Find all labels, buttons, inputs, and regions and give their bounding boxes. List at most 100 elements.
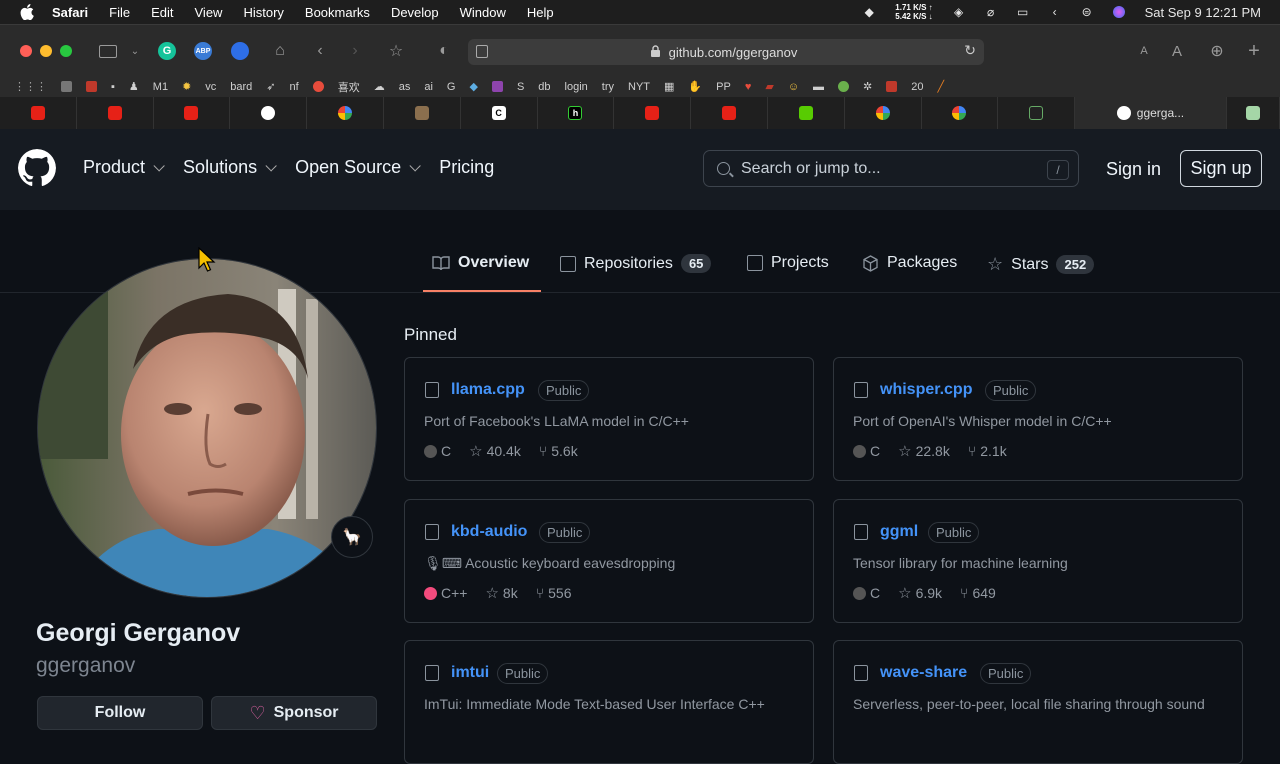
menu-develop[interactable]: Develop xyxy=(391,5,439,20)
menu-history[interactable]: History xyxy=(243,5,283,20)
repo-link[interactable]: llama.cpp xyxy=(451,381,525,399)
bookmark-try[interactable]: try xyxy=(602,81,614,93)
siri-icon[interactable] xyxy=(1111,5,1127,19)
tab-duolingo[interactable] xyxy=(768,97,845,129)
nav-solutions[interactable]: Solutions xyxy=(183,157,277,178)
tab-youtube-3[interactable] xyxy=(154,97,231,129)
repo-link[interactable]: imtui xyxy=(451,664,489,682)
menu-edit[interactable]: Edit xyxy=(151,5,173,20)
repo-stars-link[interactable]: ☆ 22.8k xyxy=(898,442,950,460)
sign-in-link[interactable]: Sign in xyxy=(1106,159,1161,180)
chevron-left-icon[interactable]: ‹ xyxy=(1047,5,1063,19)
bookmark-green-icon[interactable] xyxy=(838,81,850,92)
menu-bookmarks[interactable]: Bookmarks xyxy=(305,5,370,20)
bookmark-as[interactable]: as xyxy=(399,81,411,93)
search-input[interactable]: Search or jump to... / xyxy=(703,150,1079,187)
bookmark-small-icon[interactable]: ▪ xyxy=(111,81,115,93)
repo-forks-link[interactable]: ⑂ 5.6k xyxy=(539,443,578,459)
tab-github[interactable] xyxy=(230,97,308,129)
nav-open-source[interactable]: Open Source xyxy=(295,157,421,178)
bookmark-pen-icon[interactable]: ╱ xyxy=(938,80,945,93)
repo-forks-link[interactable]: ⑂ 2.1k xyxy=(968,443,1007,459)
repo-stars-link[interactable]: ☆ 6.9k xyxy=(898,584,942,602)
bookmark-rocket-icon[interactable]: ➶ xyxy=(266,80,275,93)
bookmark-smile-icon[interactable]: ☺ xyxy=(788,81,799,93)
control-center-icon[interactable]: ⊜ xyxy=(1079,5,1095,19)
bookmark-apple-icon[interactable] xyxy=(312,81,324,92)
home-icon[interactable]: ⌂ xyxy=(269,41,291,61)
bookmark-red-icon[interactable] xyxy=(86,81,97,92)
avatar[interactable] xyxy=(37,258,377,598)
bookmark-star-icon[interactable]: ☆ xyxy=(385,41,407,61)
tab-google-3[interactable] xyxy=(922,97,999,129)
bookmark-hand-icon[interactable]: ✋ xyxy=(688,80,702,93)
bookmark-cloud-icon[interactable]: ☁ xyxy=(374,80,385,93)
reload-icon[interactable]: ↻ xyxy=(964,42,976,59)
bookmark-pp[interactable]: PP xyxy=(716,81,731,93)
bookmark-20[interactable]: 20 xyxy=(911,81,923,93)
compass-extension-icon[interactable] xyxy=(229,41,251,61)
bookmark-gear-icon[interactable]: ✲ xyxy=(863,80,872,93)
bookmark-grid-icon[interactable]: ▦ xyxy=(664,80,674,93)
battery-icon[interactable]: ▭ xyxy=(1015,5,1031,19)
tab-youtube-1[interactable] xyxy=(0,97,77,129)
sponsor-button[interactable]: ♡ Sponsor xyxy=(211,696,377,730)
tab-tofu[interactable] xyxy=(384,97,461,129)
tab-youtube-4[interactable] xyxy=(614,97,692,129)
menu-window[interactable]: Window xyxy=(460,5,506,20)
paperclip-icon[interactable]: ⌀ xyxy=(983,5,999,19)
bookmark-m1[interactable]: M1 xyxy=(153,81,168,93)
text-smaller-button[interactable]: A xyxy=(1133,41,1155,61)
grammarly-extension-icon[interactable]: G xyxy=(156,41,178,61)
repo-stars-link[interactable]: ☆ 8k xyxy=(485,584,517,602)
tab-youtube-5[interactable] xyxy=(691,97,768,129)
privacy-shield-icon[interactable]: ◐ xyxy=(433,41,455,61)
follow-button[interactable]: Follow xyxy=(37,696,203,730)
nav-product[interactable]: Product xyxy=(83,157,165,178)
bookmark-nyt[interactable]: NYT xyxy=(628,81,650,93)
tab-c-site[interactable]: C xyxy=(461,97,538,129)
menubar-clock[interactable]: Sat Sep 9 12:21 PM xyxy=(1145,5,1261,20)
nav-pricing[interactable]: Pricing xyxy=(439,157,494,178)
tab-overview[interactable]: Overview xyxy=(432,254,529,272)
tab-h-site[interactable]: h xyxy=(538,97,615,129)
bookmark-person-icon[interactable]: ♟ xyxy=(129,80,139,93)
tab-youtube-2[interactable] xyxy=(77,97,154,129)
repo-stars-link[interactable]: ☆ 40.4k xyxy=(469,442,521,460)
menu-help[interactable]: Help xyxy=(527,5,554,20)
tab-last[interactable] xyxy=(1227,97,1280,129)
repo-link[interactable]: ggml xyxy=(880,523,918,541)
address-bar[interactable]: github.com/ggerganov ↻ xyxy=(468,39,984,65)
bookmark-nf[interactable]: nf xyxy=(290,81,299,93)
layers-icon[interactable]: ◆ xyxy=(861,5,877,19)
bookmark-diamond-icon[interactable]: ◆ xyxy=(469,80,477,93)
bookmark-folder-icon[interactable] xyxy=(61,81,72,92)
bookmark-purple-icon[interactable] xyxy=(491,81,503,92)
tab-google-2[interactable] xyxy=(845,97,922,129)
bookmark-monitor-icon[interactable]: ▬ xyxy=(813,81,824,93)
new-tab-icon[interactable]: + xyxy=(1243,40,1265,62)
back-icon[interactable]: ‹ xyxy=(309,41,331,61)
tab-pen-site[interactable] xyxy=(998,97,1076,129)
downloads-icon[interactable]: ⊕ xyxy=(1206,41,1228,61)
bookmark-login[interactable]: login xyxy=(565,81,588,93)
repo-link[interactable]: kbd-audio xyxy=(451,523,527,541)
repo-forks-link[interactable]: ⑂ 556 xyxy=(536,585,572,601)
close-window-button[interactable] xyxy=(20,45,32,57)
bookmark-xihuan[interactable]: 喜欢 xyxy=(338,79,360,95)
chevron-down-icon[interactable]: ⌄ xyxy=(124,41,146,61)
bookmark-s[interactable]: S xyxy=(517,81,524,93)
reader-icon[interactable] xyxy=(476,45,488,58)
tab-stars[interactable]: ☆ Stars 252 xyxy=(987,254,1095,275)
status-emoji-badge[interactable]: 🦙 xyxy=(331,516,373,558)
bookmark-flag-icon[interactable] xyxy=(886,81,898,92)
repo-link[interactable]: wave-share xyxy=(880,664,967,682)
repo-link[interactable]: whisper.cpp xyxy=(880,381,972,399)
apps-grid-icon[interactable]: ⋮⋮⋮ xyxy=(14,80,47,93)
menu-file[interactable]: File xyxy=(109,5,130,20)
adblock-extension-icon[interactable]: ABP xyxy=(192,41,214,61)
zoom-window-button[interactable] xyxy=(60,45,72,57)
bookmark-ai[interactable]: ai xyxy=(424,81,433,93)
bookmark-car-icon[interactable]: ▰ xyxy=(765,80,773,93)
sidebar-toggle-icon[interactable] xyxy=(97,41,119,61)
